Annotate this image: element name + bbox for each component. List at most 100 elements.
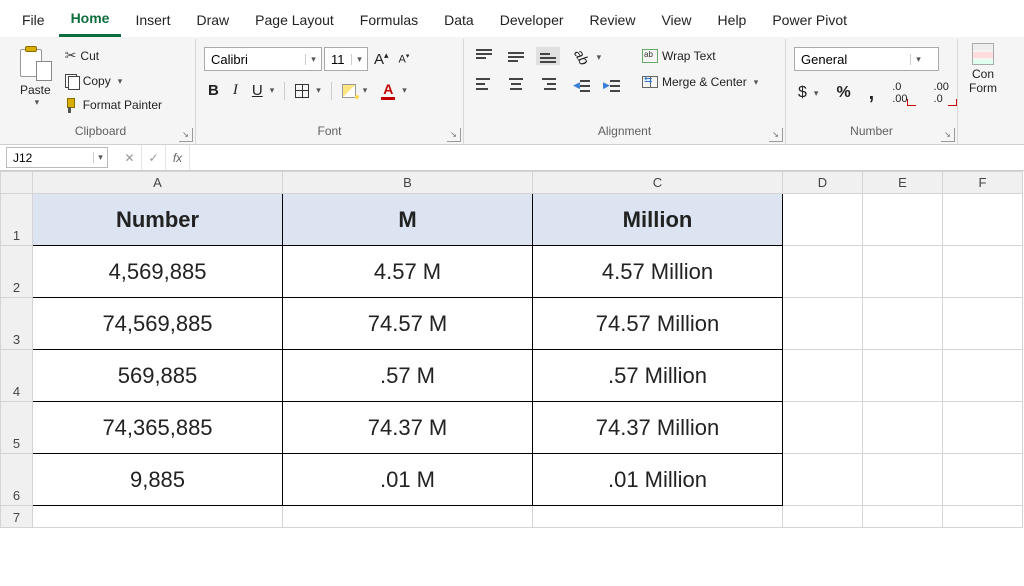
cell-A4[interactable]: 569,885 bbox=[33, 350, 283, 402]
align-top-button[interactable] bbox=[472, 47, 496, 65]
cut-button[interactable]: ✂ Cut bbox=[61, 45, 166, 66]
wrap-text-button[interactable]: Wrap Text bbox=[638, 47, 762, 65]
select-all-corner[interactable] bbox=[1, 172, 33, 194]
menu-file[interactable]: File bbox=[10, 6, 57, 36]
menu-help[interactable]: Help bbox=[706, 6, 759, 36]
formula-input[interactable] bbox=[190, 145, 1024, 170]
cell-D5[interactable] bbox=[783, 402, 863, 454]
name-box[interactable]: ▾ bbox=[6, 147, 108, 168]
cell-A3[interactable]: 74,569,885 bbox=[33, 298, 283, 350]
format-painter-button[interactable]: Format Painter bbox=[61, 96, 166, 114]
cell-F1[interactable] bbox=[943, 194, 1023, 246]
font-size-input[interactable] bbox=[325, 52, 351, 67]
percent-style-button[interactable]: % bbox=[832, 82, 854, 104]
cell-B1[interactable]: M bbox=[283, 194, 533, 246]
font-name-combo[interactable]: ▾ bbox=[204, 47, 322, 71]
font-name-input[interactable] bbox=[205, 52, 305, 67]
cell-B5[interactable]: 74.37 M bbox=[283, 402, 533, 454]
align-middle-button[interactable] bbox=[504, 47, 528, 65]
decrease-font-size-button[interactable]: A▾ bbox=[395, 50, 414, 68]
cell-C6[interactable]: .01 Million bbox=[533, 454, 783, 506]
cell-F2[interactable] bbox=[943, 246, 1023, 298]
cell-F3[interactable] bbox=[943, 298, 1023, 350]
cell-D1[interactable] bbox=[783, 194, 863, 246]
menu-draw[interactable]: Draw bbox=[184, 6, 241, 36]
col-header-F[interactable]: F bbox=[943, 172, 1023, 194]
menu-power-pivot[interactable]: Power Pivot bbox=[760, 6, 859, 36]
cell-B4[interactable]: .57 M bbox=[283, 350, 533, 402]
align-right-button[interactable] bbox=[536, 75, 560, 93]
cell-F4[interactable] bbox=[943, 350, 1023, 402]
row-header-3[interactable]: 3 bbox=[1, 298, 33, 350]
decrease-indent-button[interactable] bbox=[570, 77, 594, 95]
col-header-C[interactable]: C bbox=[533, 172, 783, 194]
cell-B6[interactable]: .01 M bbox=[283, 454, 533, 506]
row-header-7[interactable]: 7 bbox=[1, 506, 33, 528]
cell-E6[interactable] bbox=[863, 454, 943, 506]
menu-insert[interactable]: Insert bbox=[123, 6, 182, 36]
col-header-E[interactable]: E bbox=[863, 172, 943, 194]
copy-button[interactable]: Copy bbox=[61, 72, 166, 90]
col-header-A[interactable]: A bbox=[33, 172, 283, 194]
font-size-combo[interactable]: ▾ bbox=[324, 47, 368, 71]
align-bottom-button[interactable] bbox=[536, 47, 560, 65]
cell-C3[interactable]: 74.57 Million bbox=[533, 298, 783, 350]
increase-decimal-button[interactable]: .0.00 bbox=[888, 79, 919, 107]
cell-D6[interactable] bbox=[783, 454, 863, 506]
cell-E7[interactable] bbox=[863, 506, 943, 528]
font-dialog-launcher[interactable] bbox=[447, 128, 461, 142]
cell-C2[interactable]: 4.57 Million bbox=[533, 246, 783, 298]
fill-color-button[interactable] bbox=[338, 82, 372, 100]
menu-page-layout[interactable]: Page Layout bbox=[243, 6, 346, 36]
increase-font-size-button[interactable]: A▴ bbox=[370, 48, 393, 70]
number-format-combo[interactable]: ▾ bbox=[794, 47, 939, 71]
paste-button[interactable]: Paste bbox=[14, 45, 57, 110]
row-header-5[interactable]: 5 bbox=[1, 402, 33, 454]
comma-style-button[interactable]: , bbox=[865, 86, 879, 100]
cell-A1[interactable]: Number bbox=[33, 194, 283, 246]
row-header-6[interactable]: 6 bbox=[1, 454, 33, 506]
cell-B7[interactable] bbox=[283, 506, 533, 528]
cell-B3[interactable]: 74.57 M bbox=[283, 298, 533, 350]
accounting-format-button[interactable]: $ bbox=[794, 82, 822, 104]
enter-button[interactable]: ✓ bbox=[142, 145, 166, 170]
alignment-dialog-launcher[interactable] bbox=[769, 128, 783, 142]
font-color-button[interactable]: A bbox=[377, 79, 411, 102]
cell-A7[interactable] bbox=[33, 506, 283, 528]
cell-C1[interactable]: Million bbox=[533, 194, 783, 246]
cell-F7[interactable] bbox=[943, 506, 1023, 528]
clipboard-dialog-launcher[interactable] bbox=[179, 128, 193, 142]
menu-data[interactable]: Data bbox=[432, 6, 486, 36]
menu-review[interactable]: Review bbox=[578, 6, 648, 36]
cell-C7[interactable] bbox=[533, 506, 783, 528]
number-dialog-launcher[interactable] bbox=[941, 128, 955, 142]
col-header-B[interactable]: B bbox=[283, 172, 533, 194]
increase-indent-button[interactable] bbox=[600, 77, 624, 95]
cell-C5[interactable]: 74.37 Million bbox=[533, 402, 783, 454]
conditional-formatting-button[interactable]: Con Form bbox=[963, 41, 1003, 97]
align-center-button[interactable] bbox=[504, 75, 528, 93]
menu-developer[interactable]: Developer bbox=[488, 6, 576, 36]
cell-F6[interactable] bbox=[943, 454, 1023, 506]
cell-A6[interactable]: 9,885 bbox=[33, 454, 283, 506]
borders-button[interactable] bbox=[291, 82, 325, 100]
col-header-D[interactable]: D bbox=[783, 172, 863, 194]
insert-function-button[interactable]: fx bbox=[166, 145, 190, 170]
cell-C4[interactable]: .57 Million bbox=[533, 350, 783, 402]
bold-button[interactable]: B bbox=[204, 80, 223, 101]
row-header-1[interactable]: 1 bbox=[1, 194, 33, 246]
cell-E3[interactable] bbox=[863, 298, 943, 350]
cell-D4[interactable] bbox=[783, 350, 863, 402]
cancel-button[interactable]: ✕ bbox=[118, 145, 142, 170]
menu-view[interactable]: View bbox=[649, 6, 703, 36]
cell-E5[interactable] bbox=[863, 402, 943, 454]
row-header-2[interactable]: 2 bbox=[1, 246, 33, 298]
orientation-button[interactable]: ab bbox=[570, 47, 624, 67]
underline-button[interactable]: U bbox=[248, 80, 278, 101]
cell-D7[interactable] bbox=[783, 506, 863, 528]
cell-B2[interactable]: 4.57 M bbox=[283, 246, 533, 298]
decrease-decimal-button[interactable]: .00.0 bbox=[930, 79, 961, 107]
number-format-input[interactable] bbox=[795, 52, 910, 67]
cell-D3[interactable] bbox=[783, 298, 863, 350]
name-box-input[interactable] bbox=[7, 151, 93, 165]
